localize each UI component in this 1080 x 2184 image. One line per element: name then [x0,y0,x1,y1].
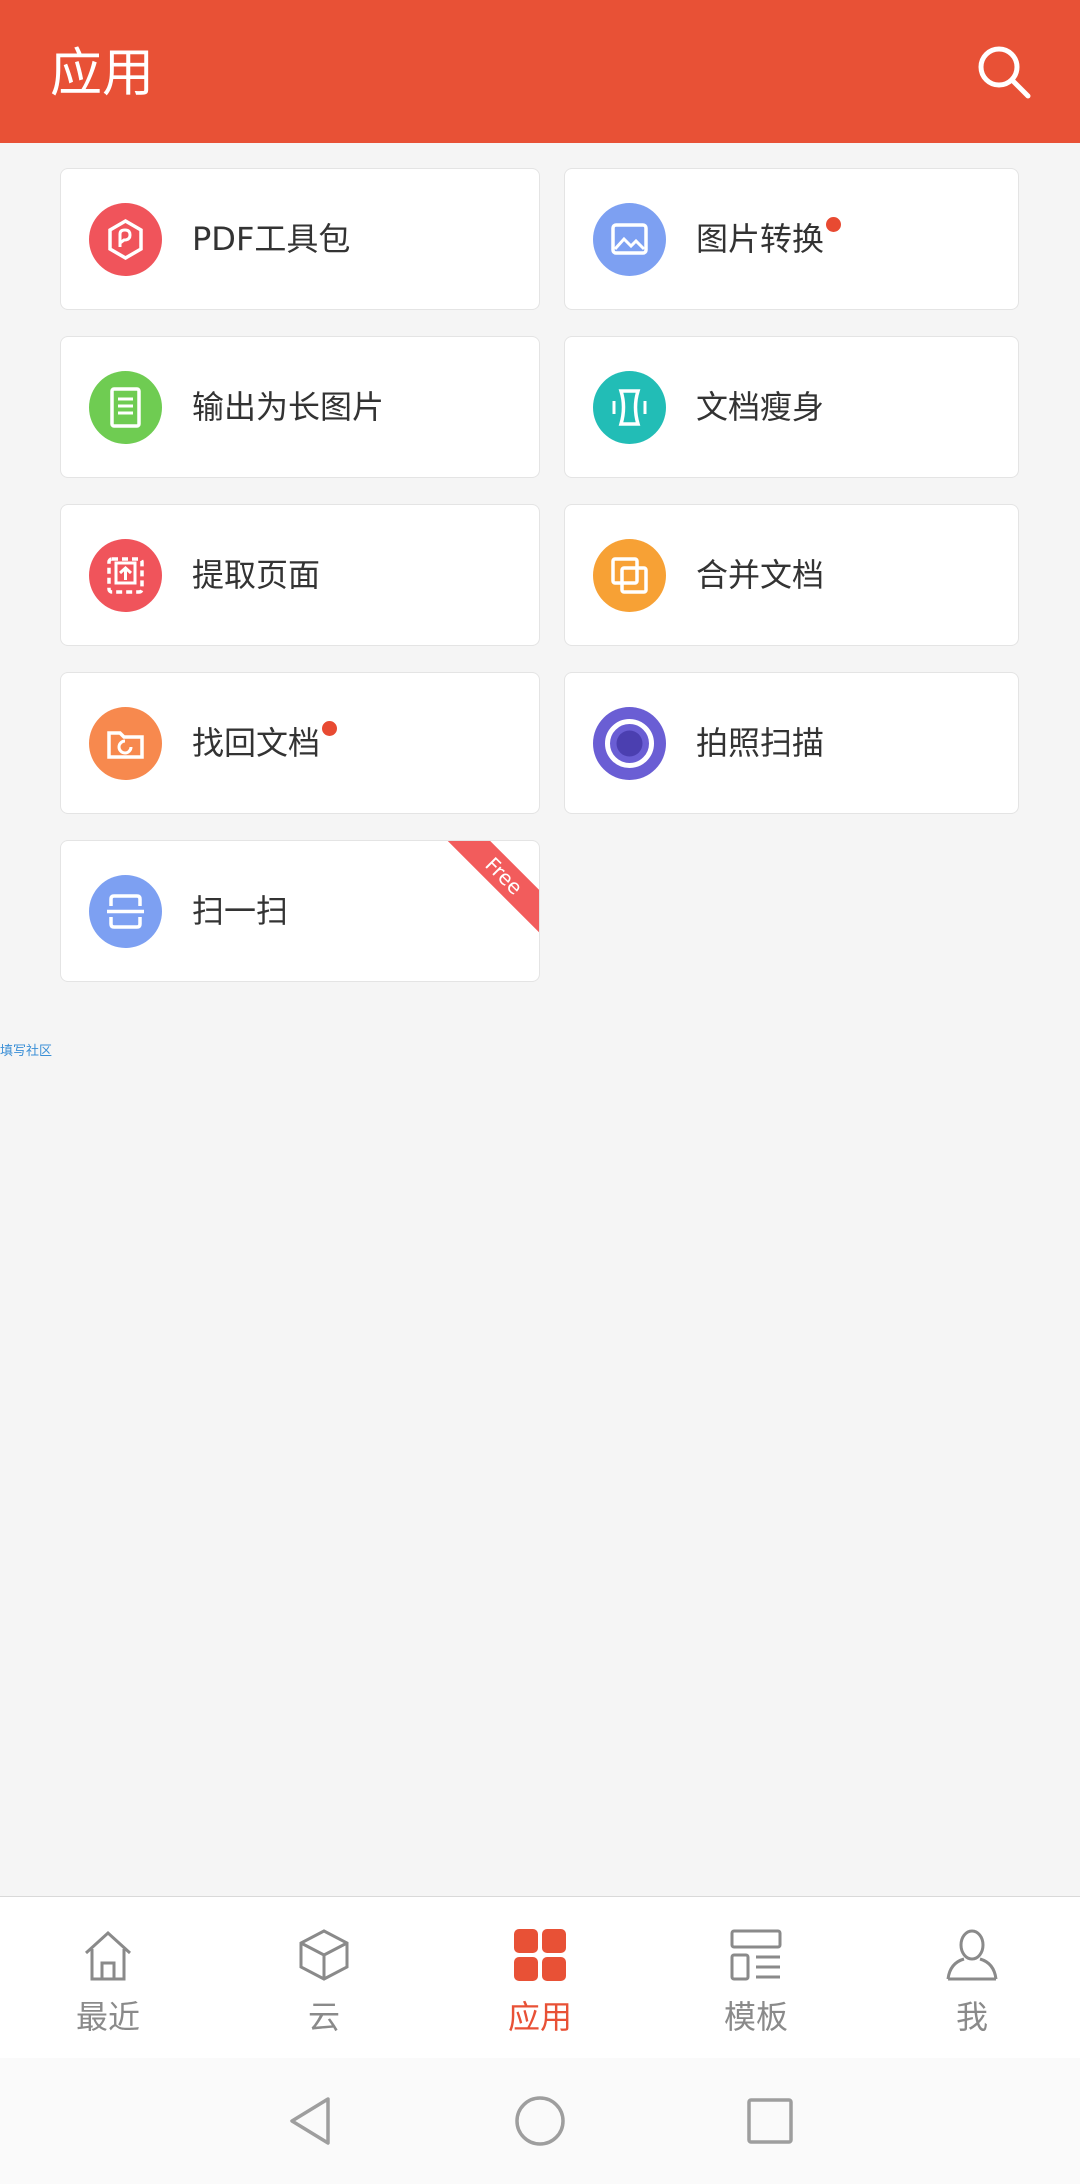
apps-grid-icon [514,1929,566,1981]
tab-label: 我 [955,1998,988,2036]
app-label: PDF工具包 [192,220,351,258]
app-label: 找回文档 [192,724,321,762]
app-card-scan-qr[interactable]: 扫一扫 Free [60,840,540,982]
profile-icon [946,1929,998,1981]
app-card-image-convert[interactable]: 图片转换 [564,168,1019,310]
tab-label: 最近 [75,1998,140,2036]
tab-label: 模板 [723,1998,788,2036]
app-label: 文档瘦身 [696,388,825,426]
home-icon [84,1930,132,1981]
app-label: 扫一扫 [192,892,289,930]
app-header: 应用 [0,0,1080,143]
app-label: 输出为长图片 [192,388,385,426]
template-icon [730,1929,782,1981]
notification-dot [826,217,842,232]
app-label: 提取页面 [192,556,321,594]
tab-cloud[interactable]: 云 [216,1897,432,2059]
camera-scan-icon [593,707,666,780]
app-label: 拍照扫描 [696,724,825,762]
cloud-box-icon [299,1929,349,1981]
slim-document-icon [593,371,666,444]
tab-me[interactable]: 我 [864,1897,1080,2059]
app-card-long-image[interactable]: 输出为长图片 [60,336,540,478]
home-circle-icon[interactable] [512,2093,568,2149]
recover-document-icon [89,707,162,780]
app-card-recover-document[interactable]: 找回文档 [60,672,540,814]
search-button[interactable] [972,40,1036,104]
app-card-extract-page[interactable]: 提取页面 [60,504,540,646]
app-card-pdf-toolkit[interactable]: PDF工具包 [60,168,540,310]
scan-qr-icon [89,875,162,948]
community-link[interactable]: 填写社区 [0,1040,52,1059]
page-title: 应用 [50,44,155,104]
bottom-tab-bar: 最近 云 应用 模板 我 [0,1896,1080,2059]
back-icon[interactable] [282,2093,338,2149]
extract-page-icon [89,539,162,612]
image-convert-icon [593,203,666,276]
tab-recent[interactable]: 最近 [0,1897,216,2059]
system-nav-bar [0,2058,1080,2184]
long-image-icon [89,371,162,444]
tab-templates[interactable]: 模板 [648,1897,864,2059]
app-label: 合并文档 [696,556,825,594]
free-ribbon-badge: Free [440,841,539,940]
notification-dot [322,721,338,736]
tab-apps[interactable]: 应用 [432,1897,648,2059]
app-label: 图片转换 [696,220,825,258]
app-card-camera-scan[interactable]: 拍照扫描 [564,672,1019,814]
tab-label: 应用 [507,1998,572,2036]
search-icon [978,46,1031,99]
tab-label: 云 [307,1998,340,2036]
recents-icon[interactable] [742,2093,798,2149]
merge-document-icon [593,539,666,612]
pdf-toolkit-icon [89,203,162,276]
app-card-slim-document[interactable]: 文档瘦身 [564,336,1019,478]
app-card-merge-document[interactable]: 合并文档 [564,504,1019,646]
